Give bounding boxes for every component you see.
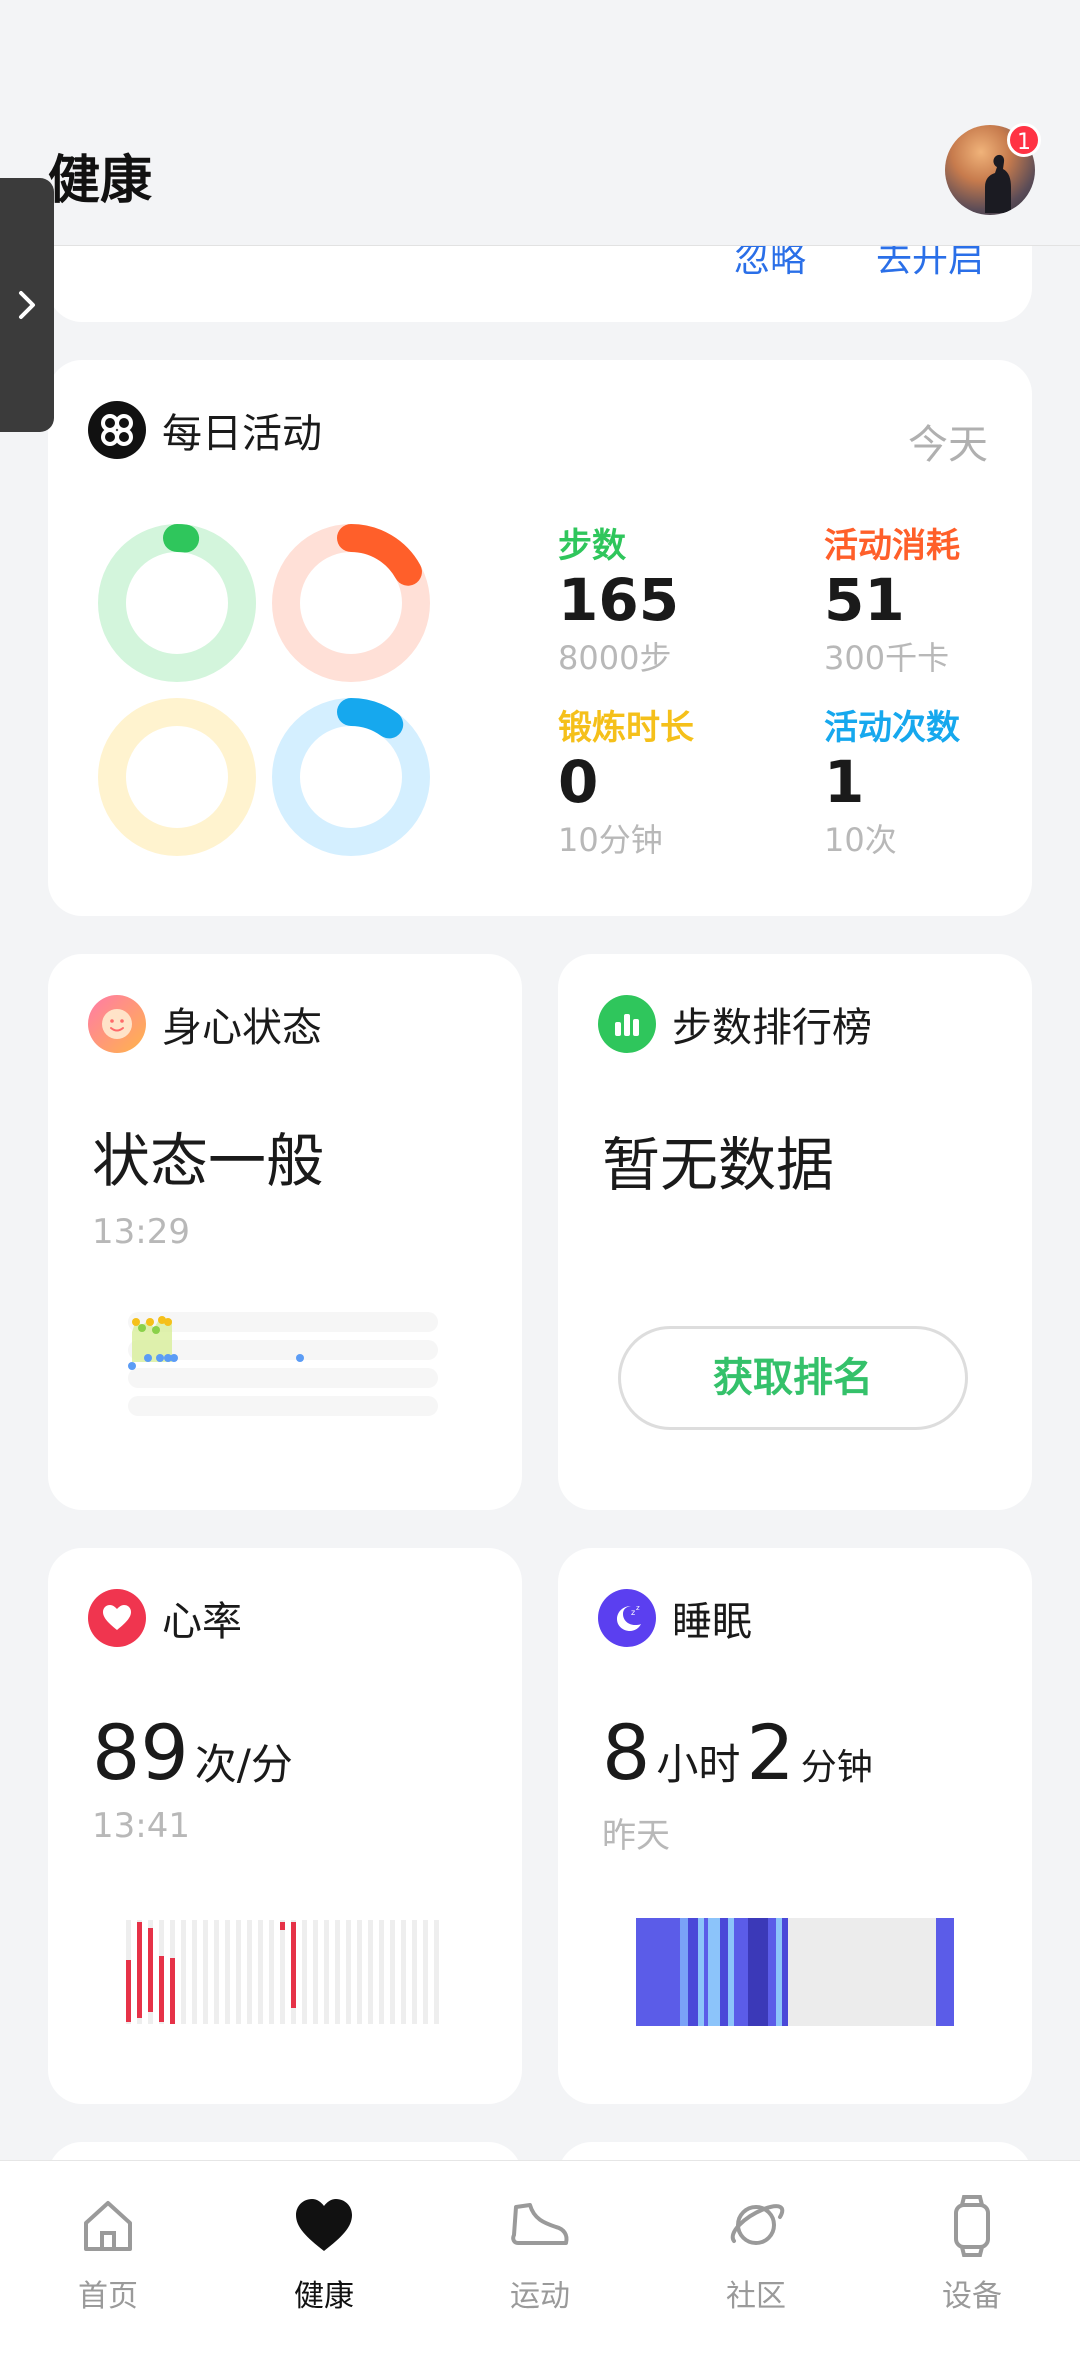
calories-ring [272, 524, 430, 682]
heart-icon [88, 1589, 146, 1647]
app-header: 健康 1 [0, 0, 1080, 246]
page-title: 健康 [48, 151, 153, 211]
mind-state-status: 状态一般 [92, 1127, 325, 1195]
step-ranking-card[interactable]: 步数排行榜 暂无数据 获取排名 [558, 954, 1032, 1510]
steps-ring [98, 524, 256, 682]
sleep-day: 昨天 [602, 1816, 670, 1856]
sleep-minutes: 2 [746, 1708, 795, 1797]
home-icon [84, 2201, 132, 2251]
activity-rings-icon [88, 401, 146, 459]
card-title: 每日活动 [162, 411, 322, 457]
card-title: 步数排行榜 [672, 1005, 872, 1051]
bar-chart-icon [598, 995, 656, 1053]
shoe-icon [511, 2203, 569, 2245]
exercise-ring [98, 698, 256, 856]
heart-rate-value: 89 [92, 1708, 189, 1797]
steps-metric: 步数 165 8000步 [558, 526, 680, 677]
date-label: 今天 [908, 422, 988, 468]
heart-rate-time: 13:41 [92, 1806, 190, 1846]
rank-status: 暂无数据 [602, 1131, 835, 1199]
mind-state-chart [128, 1312, 438, 1416]
planet-icon [730, 2204, 785, 2245]
sleep-minutes-unit: 分钟 [800, 1747, 873, 1788]
side-drawer-tab[interactable] [0, 178, 54, 432]
heart-rate-card[interactable]: 心率 89 次/分 13:41 [48, 1548, 522, 2104]
mind-state-card[interactable]: 身心状态 状态一般 13:29 [48, 954, 522, 1510]
smiley-icon [88, 995, 146, 1053]
heart-rate-unit: 次/分 [194, 1740, 293, 1789]
moon-icon: z z [598, 1589, 656, 1647]
heart-rate-reading: 89 次/分 [92, 1708, 293, 1797]
card-title: 心率 [162, 1599, 242, 1645]
mind-state-time: 13:29 [92, 1212, 190, 1252]
nav-item-health[interactable]: 健康 [244, 2193, 404, 2315]
activity-count-metric: 活动次数 1 10次 [824, 708, 960, 859]
sleep-card[interactable]: z z 睡眠 8 小时 2 分钟 昨天 [558, 1548, 1032, 2104]
daily-activity-card[interactable]: 每日活动 今天 步数 165 8000步 活动消耗 51 300千卡 锻炼时长 … [48, 360, 1032, 916]
bottom-nav: 首页 健康 运动 社区 设备 [0, 2160, 1080, 2377]
nav-item-device[interactable]: 设备 [892, 2193, 1052, 2315]
calories-metric: 活动消耗 51 300千卡 [824, 526, 960, 677]
sleep-hours: 8 [602, 1708, 651, 1797]
sleep-hours-unit: 小时 [656, 1740, 741, 1789]
avatar[interactable]: 1 [945, 123, 1041, 215]
nav-item-exercise[interactable]: 运动 [460, 2193, 620, 2315]
chevron-right-icon [19, 291, 35, 319]
nav-item-community[interactable]: 社区 [676, 2193, 836, 2315]
heart-rate-chart [126, 1920, 439, 2024]
heart-icon [296, 2199, 352, 2251]
activity-count-ring [272, 698, 430, 856]
exercise-metric: 锻炼时长 0 10分钟 [558, 708, 694, 859]
nav-item-home[interactable]: 首页 [28, 2193, 188, 2315]
card-title: 身心状态 [162, 1005, 322, 1051]
sleep-duration: 8 小时 2 分钟 [602, 1708, 873, 1797]
watch-icon [954, 2195, 990, 2257]
card-title: 睡眠 [672, 1599, 752, 1645]
get-ranking-button[interactable]: 获取排名 [618, 1326, 968, 1430]
notification-badge: 1 [1007, 123, 1041, 157]
svg-text:z: z [636, 1604, 640, 1612]
svg-text:z: z [631, 1608, 635, 1617]
sleep-chart [636, 1918, 954, 2026]
